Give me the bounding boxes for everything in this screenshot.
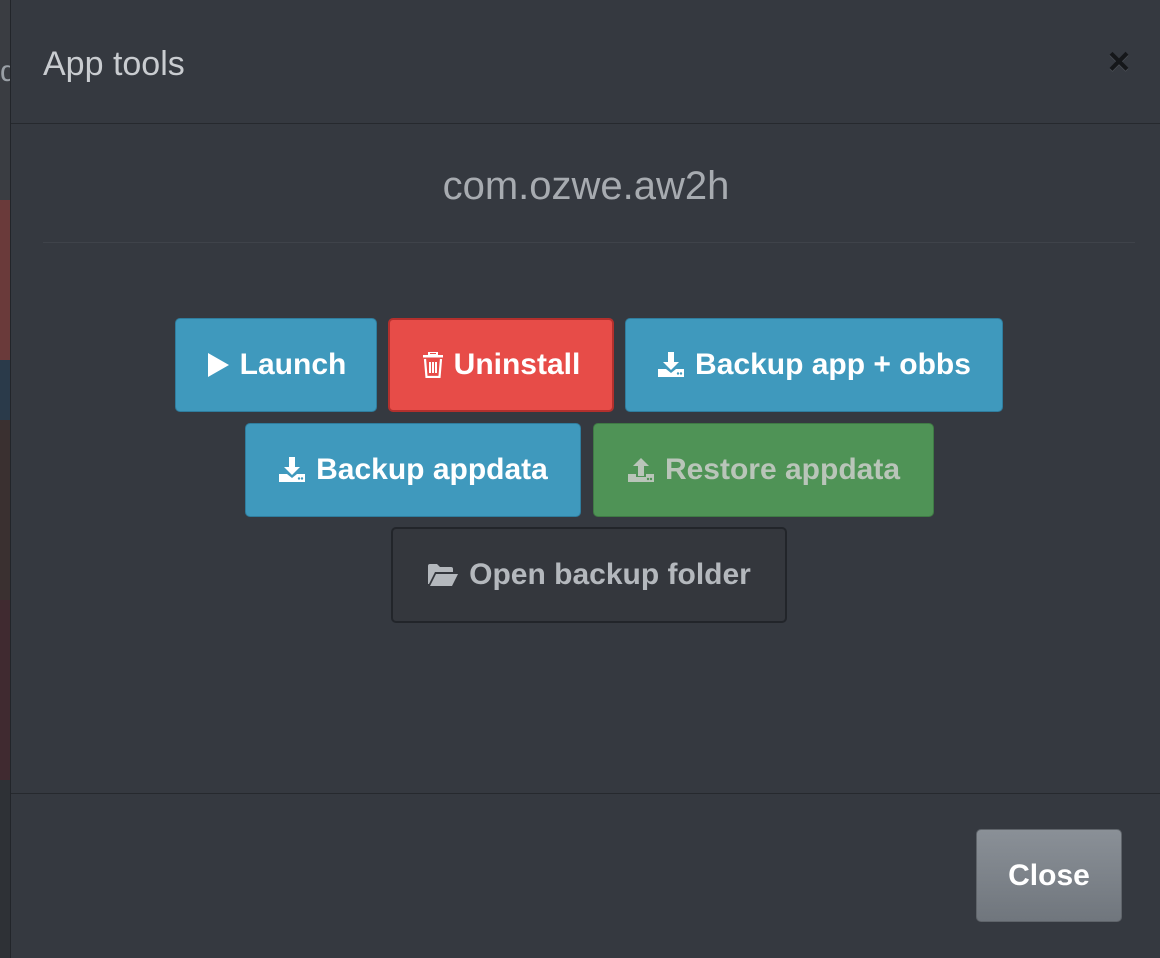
folder-open-icon [427, 563, 459, 587]
close-icon[interactable]: × [1101, 42, 1137, 82]
backup-appdata-button[interactable]: Backup appdata [245, 423, 581, 517]
backup-app-obbs-label: Backup app + obbs [695, 348, 971, 381]
open-backup-folder-label: Open backup folder [469, 558, 751, 591]
restore-appdata-label: Restore appdata [664, 453, 901, 486]
upload-icon [627, 457, 655, 483]
launch-label: Launch [239, 348, 347, 381]
modal-header: App tools × [11, 0, 1160, 124]
restore-appdata-button[interactable]: Restore appdata [593, 423, 934, 517]
open-backup-folder-button[interactable]: Open backup folder [391, 527, 787, 623]
play-icon [206, 352, 230, 378]
launch-button[interactable]: Launch [175, 318, 377, 412]
close-button[interactable]: Close [976, 829, 1122, 922]
download-icon [657, 352, 685, 378]
trash-icon [422, 352, 444, 378]
modal-title: App tools [43, 45, 185, 83]
uninstall-label: Uninstall [453, 348, 581, 381]
backup-app-obbs-button[interactable]: Backup app + obbs [625, 318, 1003, 412]
uninstall-button[interactable]: Uninstall [388, 318, 614, 412]
backup-appdata-label: Backup appdata [316, 453, 548, 486]
package-name: com.ozwe.aw2h [442, 164, 730, 208]
divider [43, 242, 1135, 243]
app-tools-modal: App tools × com.ozwe.aw2h Launch Uninsta… [10, 0, 1160, 958]
download-icon [278, 457, 306, 483]
